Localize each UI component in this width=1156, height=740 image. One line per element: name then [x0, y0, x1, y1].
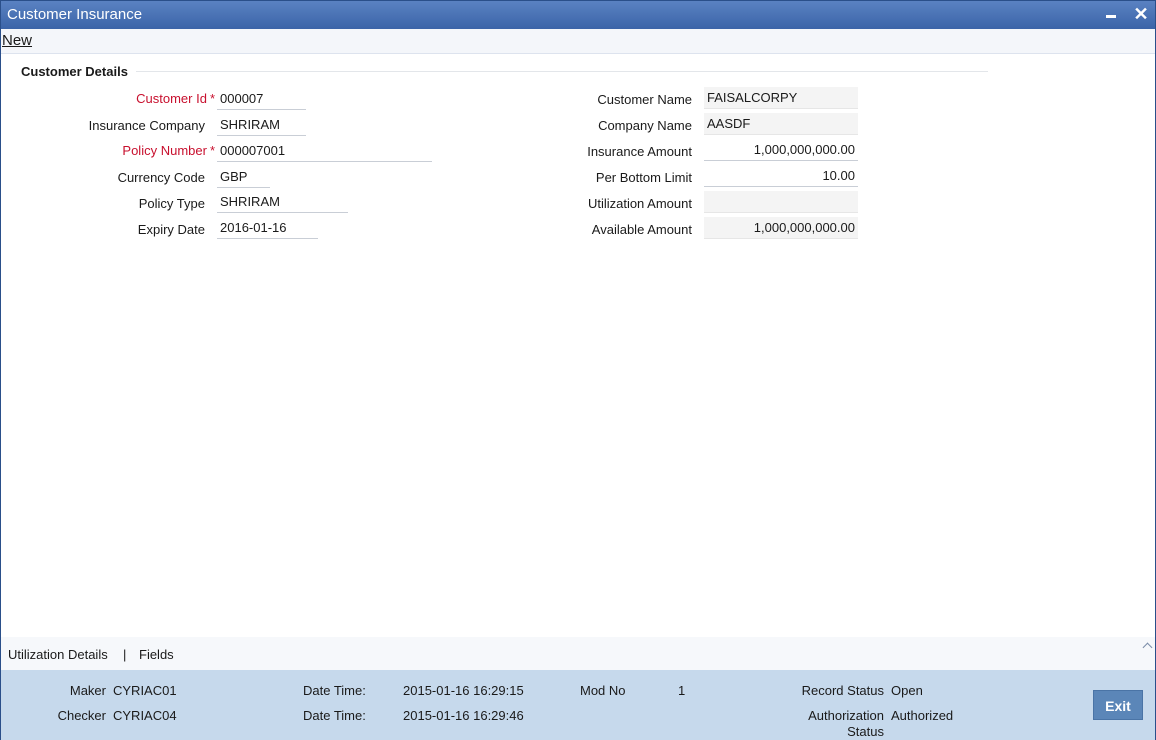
- currency-code-field[interactable]: GBP: [217, 166, 270, 188]
- maker-date-time-label: Date Time:: [303, 683, 366, 698]
- customer-id-field[interactable]: 000007: [217, 88, 306, 110]
- expiry-date-label: Expiry Date: [137, 222, 205, 237]
- policy-number-label: Policy Number *: [122, 143, 215, 158]
- policy-number-field[interactable]: 000007001: [217, 140, 432, 162]
- window-title: Customer Insurance: [7, 6, 143, 23]
- authorization-status-label-line2: Status: [847, 724, 884, 739]
- title-bar: Customer Insurance ✕: [1, 1, 1155, 29]
- audit-footer: Maker CYRIAC01 Checker CYRIAC04 Date Tim…: [1, 670, 1155, 740]
- close-icon[interactable]: ✕: [1132, 5, 1150, 23]
- section-divider: [136, 71, 988, 72]
- insurance-company-label: Insurance Company: [88, 118, 205, 133]
- insurance-amount-label: Insurance Amount: [587, 144, 692, 159]
- policy-type-label: Policy Type: [138, 196, 205, 211]
- policy-type-field[interactable]: SHRIRAM: [217, 191, 348, 213]
- toolbar: New: [1, 29, 1155, 54]
- available-amount-field: 1,000,000,000.00: [704, 217, 858, 239]
- minimize-icon[interactable]: [1103, 5, 1121, 23]
- detail-tabs-bar: Utilization Details | Fields: [1, 637, 1155, 670]
- per-bottom-limit-field[interactable]: 10.00: [704, 165, 858, 187]
- customer-id-label: Customer Id *: [136, 91, 215, 106]
- mod-no-value: 1: [678, 683, 686, 698]
- chevron-up-icon[interactable]: [1143, 641, 1153, 651]
- maker-date-time-value: 2015-01-16 16:29:15: [403, 683, 524, 698]
- authorization-status-value: Authorized: [891, 708, 954, 723]
- customer-name-label: Customer Name: [597, 92, 692, 107]
- insurance-amount-field[interactable]: 1,000,000,000.00: [704, 139, 858, 161]
- customer-insurance-window: Customer Insurance ✕ New Customer Detail…: [0, 0, 1156, 740]
- checker-label: Checker: [57, 708, 106, 723]
- tab-utilization-details[interactable]: Utilization Details: [8, 647, 108, 662]
- utilization-amount-label: Utilization Amount: [587, 196, 692, 211]
- available-amount-label: Available Amount: [591, 222, 692, 237]
- maker-label: Maker: [69, 683, 106, 698]
- expiry-date-field[interactable]: 2016-01-16: [217, 217, 318, 239]
- new-link[interactable]: New: [2, 32, 32, 49]
- per-bottom-limit-label: Per Bottom Limit: [595, 170, 692, 185]
- currency-code-label: Currency Code: [117, 170, 205, 185]
- section-title: Customer Details: [21, 64, 128, 79]
- exit-button[interactable]: Exit: [1093, 690, 1143, 720]
- authorization-status-label-line1: Authorization: [808, 708, 884, 723]
- checker-date-time-label: Date Time:: [303, 708, 366, 723]
- company-name-label: Company Name: [598, 118, 692, 133]
- insurance-company-field[interactable]: SHRIRAM: [217, 114, 306, 136]
- checker-date-time-value: 2015-01-16 16:29:46: [403, 708, 524, 723]
- record-status-value: Open: [891, 683, 923, 698]
- utilization-amount-field: [704, 191, 858, 213]
- tab-fields[interactable]: Fields: [139, 647, 174, 662]
- company-name-field: AASDF: [704, 113, 858, 135]
- mod-no-label: Mod No: [580, 683, 626, 698]
- maker-value: CYRIAC01: [113, 683, 177, 698]
- record-status-label: Record Status: [801, 683, 884, 698]
- tab-separator: |: [123, 647, 127, 662]
- checker-value: CYRIAC04: [113, 708, 177, 723]
- customer-name-field: FAISALCORPY: [704, 87, 858, 109]
